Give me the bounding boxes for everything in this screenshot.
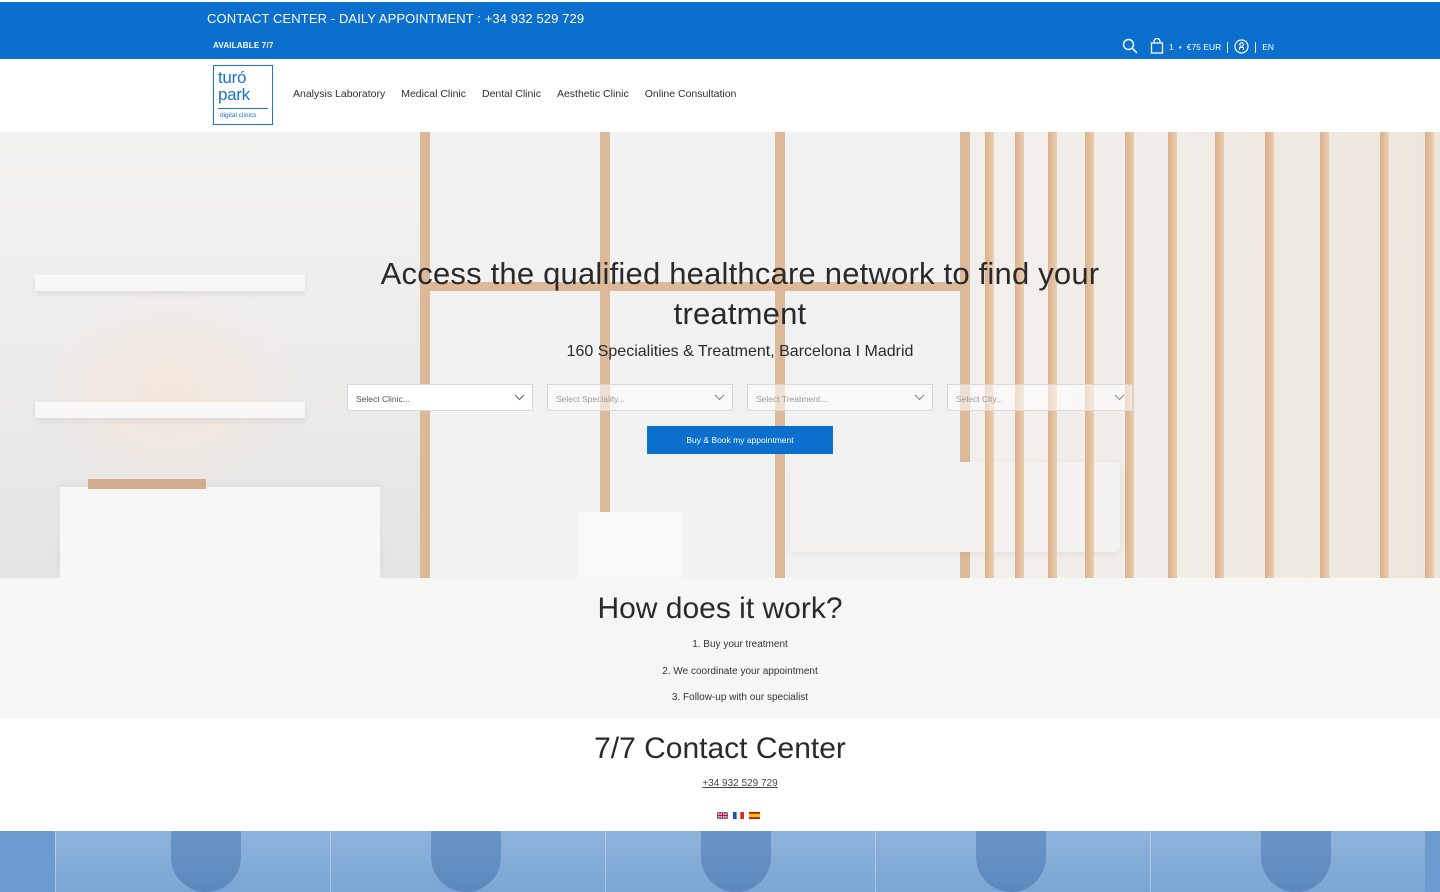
booking-filters: Select Clinic... Select Speciality... Se… — [347, 384, 1133, 411]
how-step-3: 3. Follow-up with our specialist — [671, 692, 809, 703]
divider — [1255, 41, 1257, 53]
select-speciality[interactable]: Select Speciality... — [547, 384, 733, 411]
language-selector[interactable]: EN — [1262, 42, 1274, 52]
nav-item-medical-clinic[interactable]: Medical Clinic — [401, 88, 466, 100]
how-step-2: 2. We coordinate your appointment — [662, 666, 818, 677]
team-member-photo — [875, 831, 1150, 892]
france-flag-icon — [733, 806, 744, 819]
logo-line-2: park — [218, 85, 250, 104]
turo-park-logo[interactable]: turó park digital clinics — [213, 65, 273, 125]
chevron-down-icon — [1114, 393, 1125, 403]
contact-phone-link[interactable]: +34 932 529 729 — [0, 778, 1440, 789]
team-member-face — [171, 831, 241, 892]
book-appointment-button[interactable]: Buy & Book my appointment — [647, 426, 833, 454]
main-navigation: turó park digital clinics Analysis Labor… — [0, 59, 1440, 132]
hero-section: Access the qualified healthcare network … — [0, 132, 1440, 578]
team-member-face — [431, 831, 501, 892]
select-city[interactable]: Select City... — [947, 384, 1133, 411]
uk-flag-icon — [716, 806, 729, 820]
select-clinic-value: Select Clinic... — [356, 394, 410, 404]
select-treatment[interactable]: Select Treatment... — [747, 384, 933, 411]
logo-line-3: digital clinics — [220, 112, 257, 119]
team-member-face — [701, 831, 771, 892]
contact-center-title: 7/7 Contact Center — [594, 732, 846, 765]
how-step-1: 1. Buy your treatment — [692, 639, 788, 650]
nav-menu: Analysis Laboratory Medical Clinic Denta… — [293, 88, 752, 100]
nav-item-online-consultation[interactable]: Online Consultation — [645, 88, 737, 100]
nav-item-analysis-laboratory[interactable]: Analysis Laboratory — [293, 88, 385, 100]
how-title: How does it work? — [597, 592, 843, 625]
select-clinic[interactable]: Select Clinic... — [347, 384, 533, 411]
how-it-works-section: How does it work? 1. Buy your treatment … — [0, 578, 1440, 718]
cart-icon[interactable] — [1150, 37, 1164, 56]
team-member-photo — [330, 831, 605, 892]
cart-separator-dot: • — [1178, 42, 1182, 52]
hero-subtitle: 160 Specialities & Treatment, Barcelona … — [566, 343, 914, 360]
language-flags — [716, 806, 765, 820]
chevron-down-icon — [514, 393, 525, 403]
spain-flag-icon — [749, 806, 760, 819]
contact-center-section: 7/7 Contact Center +34 932 529 729 — [0, 718, 1440, 831]
team-member-photo — [1150, 831, 1425, 892]
availability-text: AVAILABLE 7/7 — [213, 41, 274, 50]
team-member-photo — [55, 831, 330, 892]
header-utilities: 1 • €75 EUR EN — [1122, 37, 1274, 56]
divider — [1227, 41, 1229, 53]
team-member-face — [976, 831, 1046, 892]
top-contact-bar: CONTACT CENTER - DAILY APPOINTMENT : +34… — [0, 2, 1440, 59]
select-treatment-value: Select Treatment... — [756, 394, 828, 404]
team-photo-strip — [0, 831, 1440, 892]
chevron-down-icon — [914, 393, 925, 403]
hero-title: Access the qualified healthcare network … — [380, 256, 1100, 331]
logo-rule — [218, 108, 268, 109]
chevron-down-icon — [714, 393, 725, 403]
select-city-value: Select City... — [956, 394, 1004, 404]
team-member-photo — [605, 831, 875, 892]
cart-total[interactable]: €75 EUR — [1187, 42, 1222, 52]
search-icon[interactable] — [1122, 38, 1138, 56]
nav-item-dental-clinic[interactable]: Dental Clinic — [482, 88, 541, 100]
select-speciality-value: Select Speciality... — [556, 394, 625, 404]
contact-center-text: CONTACT CENTER - DAILY APPOINTMENT : +34… — [207, 11, 585, 26]
cart-count[interactable]: 1 — [1169, 42, 1174, 52]
team-member-face — [1261, 831, 1331, 892]
nav-item-aesthetic-clinic[interactable]: Aesthetic Clinic — [557, 88, 629, 100]
account-icon[interactable] — [1234, 38, 1249, 56]
